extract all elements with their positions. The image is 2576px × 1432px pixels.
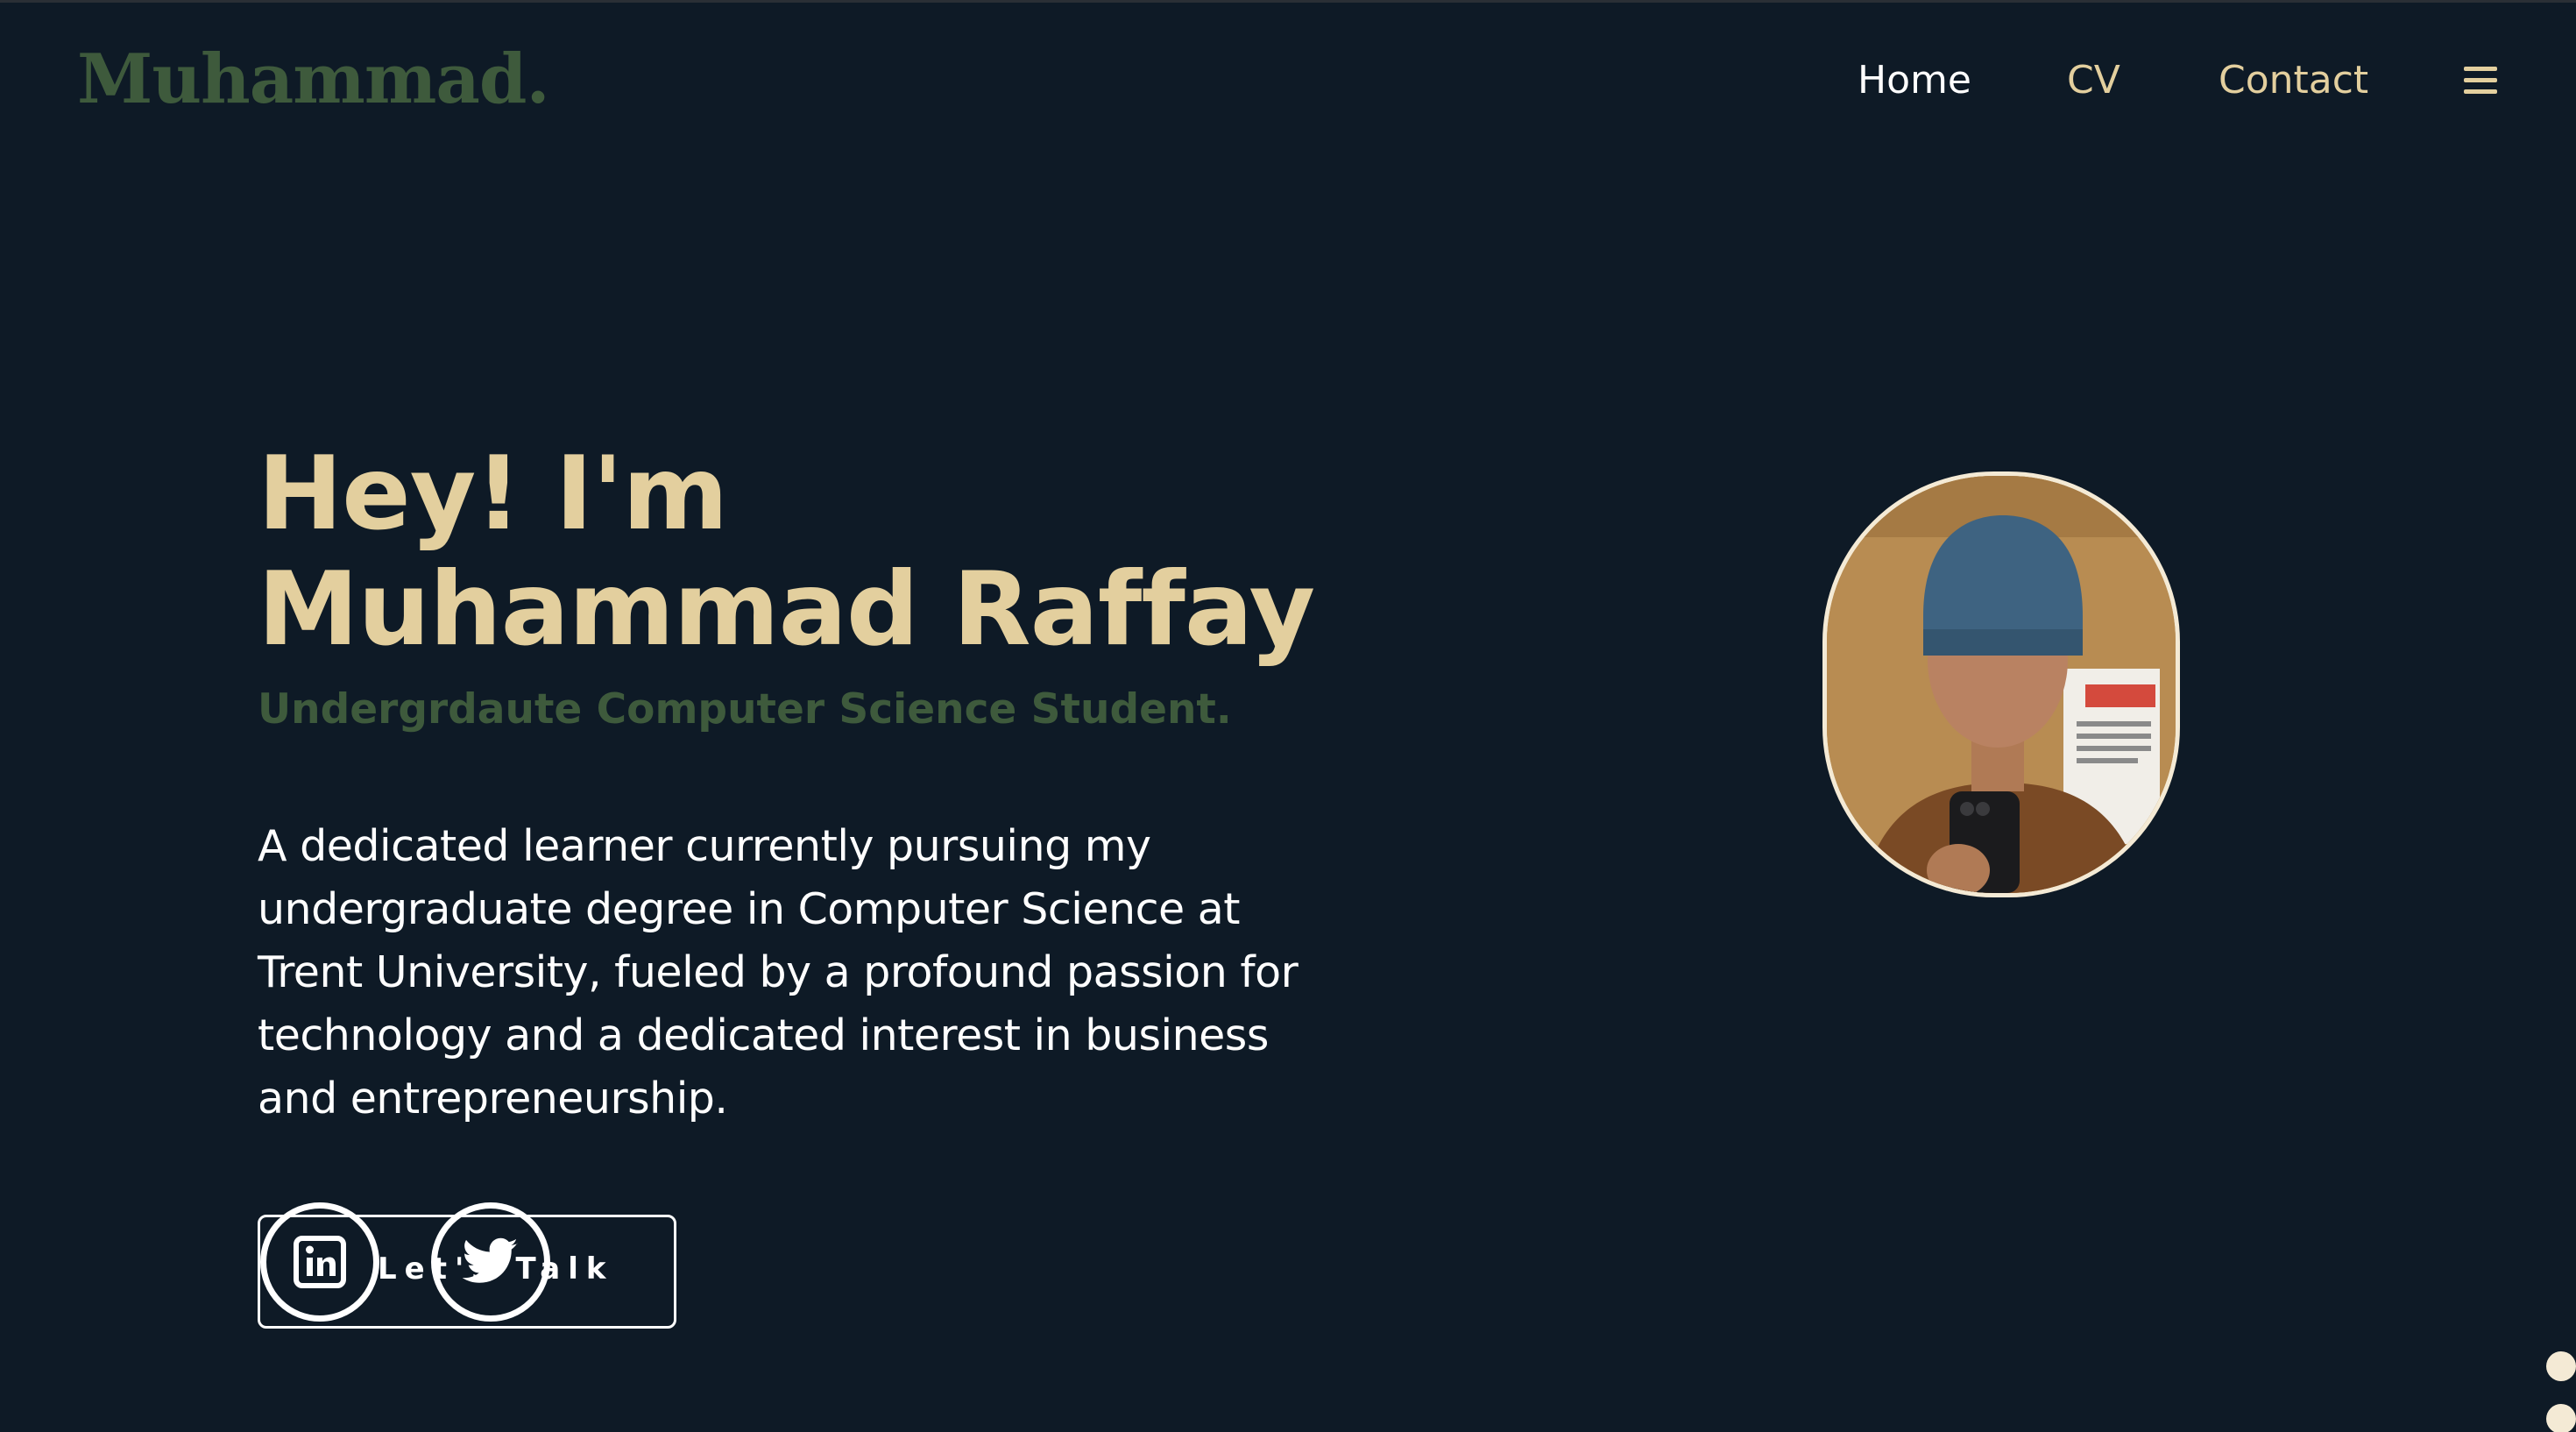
linkedin-link[interactable]	[260, 1202, 379, 1322]
twitter-link[interactable]	[431, 1202, 550, 1322]
top-border	[0, 0, 2576, 3]
twitter-icon	[463, 1237, 518, 1283]
nav-home-link[interactable]: Home	[1858, 61, 1971, 100]
scroll-indicator-dot[interactable]	[2546, 1404, 2576, 1432]
profile-photo	[1822, 471, 2180, 897]
hamburger-menu-icon[interactable]	[2464, 67, 2497, 95]
hero-description: A dedicated learner currently pursuing m…	[258, 821, 1299, 1124]
scroll-indicator-dot[interactable]	[2546, 1351, 2576, 1381]
nav-cv-link[interactable]: CV	[2067, 61, 2120, 100]
hero-title: Hey! I'm Muhammad Raffay	[258, 435, 1315, 669]
nav-contact-link[interactable]: Contact	[2219, 61, 2368, 100]
linkedin-icon	[294, 1236, 346, 1288]
profile-portrait-illustration	[1827, 476, 2176, 893]
hero-subtitle: Undergrdaute Computer Science Student.	[258, 685, 1232, 734]
site-logo[interactable]: Muhammad.	[77, 46, 550, 114]
